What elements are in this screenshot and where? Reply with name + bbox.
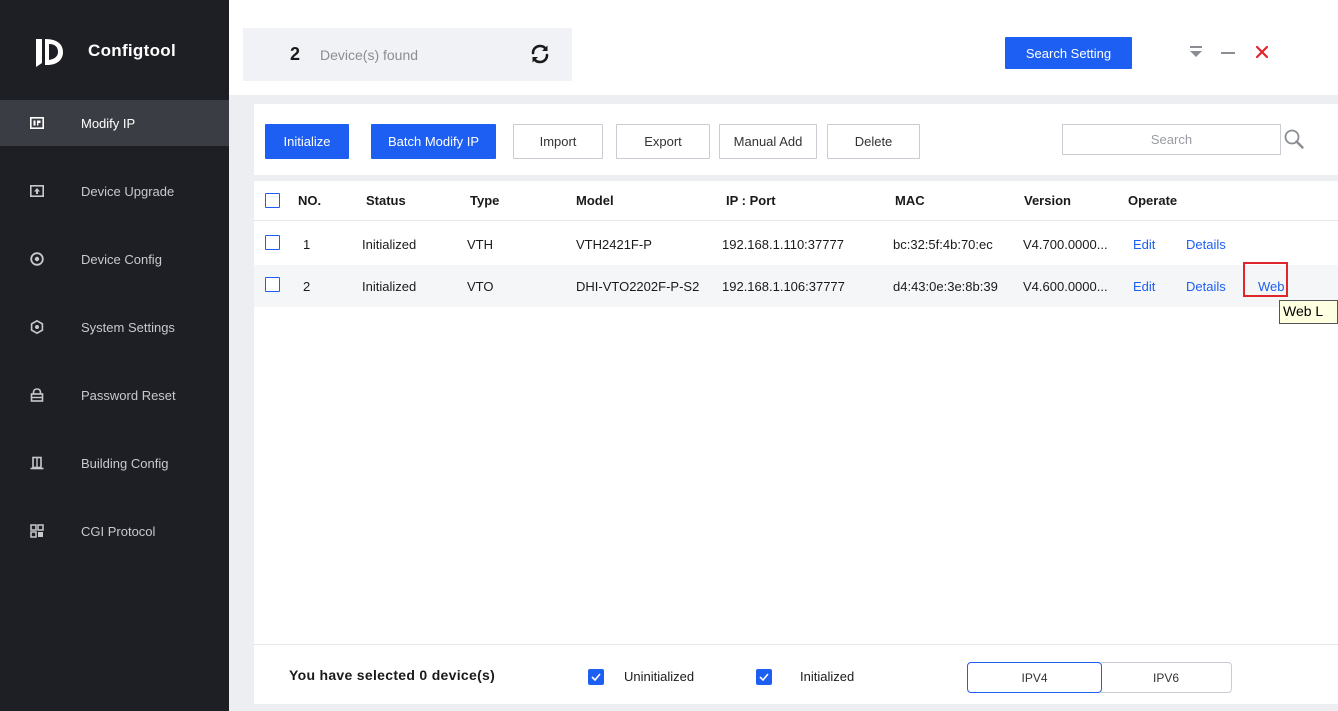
initialized-label: Initialized	[800, 669, 855, 684]
row-version: V4.700.0000...	[1023, 236, 1108, 252]
settings-icon	[29, 319, 45, 335]
edit-link[interactable]: Edit	[1133, 223, 1155, 265]
sidebar: Configtool Modify IP Device Upgrade Devi…	[0, 0, 229, 711]
row-mac: d4:43:0e:3e:8b:39	[893, 278, 998, 294]
sidebar-item-label: Device Upgrade	[81, 183, 175, 199]
ipv6-toggle[interactable]: IPV6	[1101, 662, 1232, 693]
ip-icon	[29, 115, 45, 131]
sidebar-item-label: CGI Protocol	[81, 523, 156, 539]
refresh-icon[interactable]	[528, 42, 552, 66]
row-model: DHI-VTO2202F-P-S2	[576, 278, 700, 294]
configtool-logo-icon	[36, 39, 63, 67]
building-icon	[29, 455, 45, 471]
device-found-summary: 2 Device(s) found	[243, 28, 572, 81]
row-no: 2	[303, 278, 311, 294]
row-mac: bc:32:5f:4b:70:ec	[893, 236, 993, 252]
row-ip-port: 192.168.1.110:37777	[722, 236, 844, 252]
sidebar-item-label: Password Reset	[81, 387, 176, 403]
column-header-no: NO.	[298, 193, 322, 208]
check-icon	[759, 673, 769, 681]
sidebar-item-building-config[interactable]: Building Config	[0, 440, 229, 486]
row-ip-port: 192.168.1.106:37777	[722, 278, 845, 294]
column-header-operate: Operate	[1128, 193, 1178, 208]
lock-icon	[29, 387, 45, 403]
row-version: V4.600.0000...	[1023, 278, 1108, 294]
check-icon	[591, 673, 601, 681]
sidebar-item-modify-ip[interactable]: Modify IP	[0, 100, 229, 146]
column-header-version: Version	[1024, 193, 1071, 208]
details-link[interactable]: Details	[1186, 265, 1226, 307]
device-count-label: Device(s) found	[320, 47, 419, 63]
sidebar-item-label: System Settings	[81, 319, 175, 335]
ipv4-toggle[interactable]: IPV4	[967, 662, 1102, 693]
delete-button[interactable]: Delete	[827, 124, 920, 159]
table-header-row: NO. Status Type Model IP : Port MAC Vers…	[254, 181, 1338, 221]
details-link[interactable]: Details	[1186, 223, 1226, 265]
protocol-icon	[29, 523, 45, 539]
row-type: VTH	[467, 236, 493, 252]
table-row[interactable]: 2 Initialized VTO DHI-VTO2202F-P-S2 192.…	[254, 265, 1338, 307]
row-status: Initialized	[362, 236, 417, 252]
collapse-menu-icon[interactable]	[1188, 44, 1204, 60]
web-link-tooltip: Web L	[1279, 300, 1338, 324]
app-logo: Configtool	[0, 0, 229, 100]
sidebar-item-label: Device Config	[81, 251, 162, 267]
row-model: VTH2421F-P	[576, 236, 652, 252]
search-icon[interactable]	[1283, 128, 1305, 150]
sidebar-item-system-settings[interactable]: System Settings	[0, 304, 229, 350]
column-header-status: Status	[366, 193, 406, 208]
footer-bar: You have selected 0 device(s) Uninitiali…	[254, 644, 1338, 704]
column-header-mac: MAC	[895, 193, 925, 208]
app-title: Configtool	[88, 41, 176, 60]
configtool-window: Configtool Modify IP Device Upgrade Devi…	[0, 0, 1338, 711]
initialized-checkbox[interactable]	[756, 669, 772, 685]
device-count: 2	[290, 44, 301, 64]
manual-add-button[interactable]: Manual Add	[719, 124, 817, 159]
export-button[interactable]: Export	[616, 124, 710, 159]
edit-link[interactable]: Edit	[1133, 265, 1155, 307]
select-all-checkbox[interactable]	[265, 193, 280, 208]
selected-count-text: You have selected 0 device(s)	[289, 667, 496, 683]
config-icon	[29, 251, 45, 267]
search-input[interactable]	[1062, 124, 1281, 155]
row-no: 1	[303, 236, 311, 252]
import-button[interactable]: Import	[513, 124, 603, 159]
web-link-highlight	[1243, 262, 1288, 297]
initialize-button[interactable]: Initialize	[265, 124, 349, 159]
column-header-type: Type	[470, 193, 500, 208]
sidebar-item-device-upgrade[interactable]: Device Upgrade	[0, 168, 229, 214]
sidebar-item-cgi-protocol[interactable]: CGI Protocol	[0, 508, 229, 554]
column-header-ip-port: IP : Port	[726, 193, 776, 208]
table-row[interactable]: 1 Initialized VTH VTH2421F-P 192.168.1.1…	[254, 223, 1338, 265]
row-status: Initialized	[362, 278, 417, 294]
search-setting-button[interactable]: Search Setting	[1005, 37, 1132, 69]
sidebar-item-password-reset[interactable]: Password Reset	[0, 372, 229, 418]
sidebar-item-label: Modify IP	[81, 115, 136, 131]
column-header-model: Model	[576, 193, 614, 208]
sidebar-item-label: Building Config	[81, 455, 169, 471]
batch-modify-ip-button[interactable]: Batch Modify IP	[371, 124, 496, 159]
device-panel: Initialize Batch Modify IP Import Export…	[254, 104, 1338, 704]
row-checkbox[interactable]	[265, 235, 280, 250]
minimize-icon[interactable]	[1220, 44, 1236, 60]
uninitialized-label: Uninitialized	[624, 669, 695, 684]
uninitialized-checkbox[interactable]	[588, 669, 604, 685]
sidebar-item-device-config[interactable]: Device Config	[0, 236, 229, 282]
close-icon[interactable]	[1254, 44, 1270, 60]
upgrade-icon	[29, 183, 45, 199]
row-checkbox[interactable]	[265, 277, 280, 292]
row-type: VTO	[467, 278, 494, 294]
header-bar: 2 Device(s) found Search Setting	[229, 0, 1338, 95]
